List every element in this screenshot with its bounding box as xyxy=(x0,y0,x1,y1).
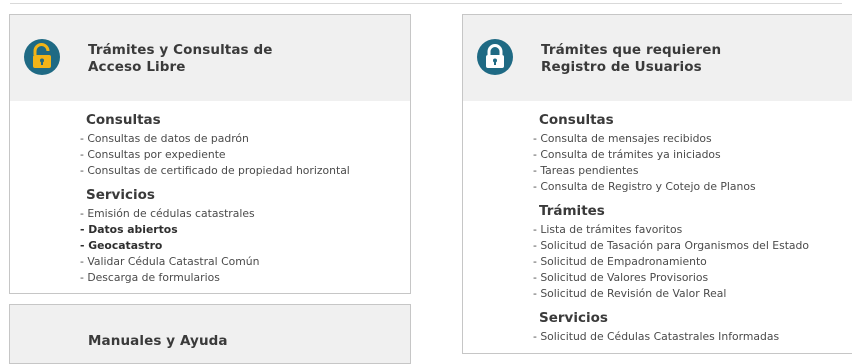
registered-users-panel-header[interactable]: Trámites que requieren Registro de Usuar… xyxy=(463,15,852,101)
servicios-heading: Servicios xyxy=(86,187,155,203)
free-access-title: Trámites y Consultas de Acceso Libre xyxy=(88,42,273,75)
servicios-list: - Emisión de cédulas catastrales - Datos… xyxy=(80,206,259,286)
link-solicitud-empadronamiento[interactable]: - Solicitud de Empadronamiento xyxy=(533,254,809,270)
link-datos-abiertos[interactable]: - Datos abiertos xyxy=(80,222,259,238)
consultas-list: - Consulta de mensajes recibidos - Consu… xyxy=(533,131,756,195)
link-consulta-certificado-ph[interactable]: - Consultas de certificado de propiedad … xyxy=(80,163,350,179)
link-registro-cotejo-planos[interactable]: - Consulta de Registro y Cotejo de Plano… xyxy=(533,179,756,195)
link-geocatastro[interactable]: - Geocatastro xyxy=(80,238,259,254)
link-solicitud-tasacion[interactable]: - Solicitud de Tasación para Organismos … xyxy=(533,238,809,254)
link-validar-cedula[interactable]: - Validar Cédula Catastral Común xyxy=(80,254,259,270)
top-divider xyxy=(10,3,842,4)
registered-users-title: Trámites que requieren Registro de Usuar… xyxy=(541,42,722,75)
free-access-panel: Trámites y Consultas de Acceso Libre Con… xyxy=(9,14,411,294)
consultas-heading: Consultas xyxy=(539,112,614,128)
link-consulta-padron[interactable]: - Consultas de datos de padrón xyxy=(80,131,350,147)
servicios-list: - Solicitud de Cédulas Catastrales Infor… xyxy=(533,329,779,345)
tramites-heading: Trámites xyxy=(539,203,605,219)
registered-users-panel: Trámites que requieren Registro de Usuar… xyxy=(462,14,852,354)
link-tramites-favoritos[interactable]: - Lista de trámites favoritos xyxy=(533,222,809,238)
consultas-heading: Consultas xyxy=(86,112,161,128)
link-tramites-iniciados[interactable]: - Consulta de trámites ya iniciados xyxy=(533,147,756,163)
consultas-list: - Consultas de datos de padrón - Consult… xyxy=(80,131,350,179)
manuals-panel: Manuales y Ayuda xyxy=(9,304,411,364)
manuals-title: Manuales y Ayuda xyxy=(88,333,228,349)
link-consulta-expediente[interactable]: - Consultas por expediente xyxy=(80,147,350,163)
link-emision-cedulas[interactable]: - Emisión de cédulas catastrales xyxy=(80,206,259,222)
free-access-panel-header[interactable]: Trámites y Consultas de Acceso Libre xyxy=(10,15,410,101)
locked-padlock-icon xyxy=(477,39,513,75)
link-mensajes-recibidos[interactable]: - Consulta de mensajes recibidos xyxy=(533,131,756,147)
link-tareas-pendientes[interactable]: - Tareas pendientes xyxy=(533,163,756,179)
unlocked-padlock-icon xyxy=(24,39,60,75)
servicios-heading: Servicios xyxy=(539,310,608,326)
link-cedulas-informadas[interactable]: - Solicitud de Cédulas Catastrales Infor… xyxy=(533,329,779,345)
tramites-list: - Lista de trámites favoritos - Solicitu… xyxy=(533,222,809,302)
manuals-panel-header[interactable]: Manuales y Ayuda xyxy=(10,305,410,363)
link-descarga-formularios[interactable]: - Descarga de formularios xyxy=(80,270,259,286)
link-solicitud-revision-valor[interactable]: - Solicitud de Revisión de Valor Real xyxy=(533,286,809,302)
link-solicitud-valores-provisorios[interactable]: - Solicitud de Valores Provisorios xyxy=(533,270,809,286)
